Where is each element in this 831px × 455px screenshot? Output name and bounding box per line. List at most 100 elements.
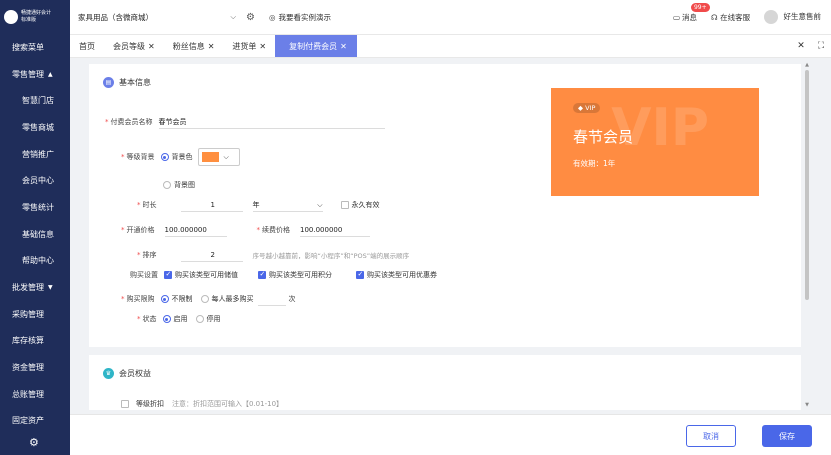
duration-input[interactable]: 1 bbox=[180, 198, 243, 212]
sidebar-item-member-center[interactable]: 会员中心 bbox=[0, 167, 70, 194]
section-title-label: 会员权益 bbox=[119, 369, 151, 378]
tab-label: 复制付费会员 bbox=[289, 41, 338, 51]
vip-card-validity: 有效期：1年 bbox=[573, 159, 616, 168]
sidebar: 畅捷通好会计 标准版 搜索菜单 零售管理 ▲ 智慧门店 零售商城 营销推广 会员中… bbox=[0, 0, 70, 455]
scrollbar[interactable]: ▲ ▼ bbox=[803, 62, 811, 408]
user-menu[interactable]: 好生意售前 bbox=[764, 10, 821, 24]
sidebar-item-ledger[interactable]: 总账管理 bbox=[0, 381, 70, 408]
tab-label: 进货单 bbox=[232, 41, 257, 51]
tab-member-level[interactable]: 会员等级 ✕ bbox=[104, 35, 164, 57]
limit-count-input[interactable] bbox=[257, 292, 286, 306]
vip-card-name: 春节会员 bbox=[573, 128, 634, 146]
sidebar-item-smart-store[interactable]: 智慧门店 bbox=[0, 87, 70, 114]
renew-price-input[interactable]: 100.000000 bbox=[300, 223, 370, 237]
chevron-down-icon: ⌵ bbox=[230, 12, 236, 21]
required-mark: * bbox=[105, 118, 109, 126]
sort-input[interactable]: 2 bbox=[180, 248, 243, 262]
duration-unit-value: 年 bbox=[252, 201, 260, 209]
sort-hint: 序号越小越靠前，影响“小程序”和“POS”端的展示顺序 bbox=[252, 252, 410, 260]
close-icon[interactable]: ✕ bbox=[259, 42, 266, 51]
settings-gear-icon[interactable]: ⚙ bbox=[29, 436, 39, 449]
color-picker[interactable]: ⌵ bbox=[197, 148, 240, 166]
chevron-up-icon: ▲ bbox=[48, 70, 53, 78]
stored-value-checkbox[interactable] bbox=[164, 270, 172, 279]
brand-edition: 标准版 bbox=[21, 17, 37, 23]
sidebar-item-funds[interactable]: 资金管理 bbox=[0, 354, 70, 381]
tab-copy-paid-member[interactable]: 复制付费会员 ✕ bbox=[275, 35, 357, 57]
points-checkbox[interactable] bbox=[258, 270, 266, 279]
limit-none-label: 不限制 bbox=[171, 295, 193, 303]
scroll-up-icon[interactable]: ▲ bbox=[803, 62, 811, 68]
store-selector[interactable]: 家具用品（含微商城） ⌵ bbox=[70, 12, 246, 23]
status-off-label: 停用 bbox=[206, 315, 221, 323]
close-icon[interactable]: ✕ bbox=[208, 42, 215, 51]
limit-unit: 次 bbox=[288, 295, 296, 303]
limit-row: * 购买限购 不限制 每人最多购买 次 bbox=[121, 292, 296, 306]
bg-label: 等级背景 bbox=[126, 153, 155, 161]
diamond-icon: ◆ bbox=[578, 104, 583, 112]
scrollbar-thumb[interactable] bbox=[805, 70, 809, 300]
vip-badge-label: VIP bbox=[585, 104, 596, 112]
open-price-input[interactable]: 100.000000 bbox=[164, 223, 227, 237]
sidebar-group-label: 批发管理 bbox=[12, 283, 44, 293]
sidebar-item-retail-stats[interactable]: 零售统计 bbox=[0, 194, 70, 221]
sidebar-group-retail[interactable]: 零售管理 ▲ bbox=[0, 61, 70, 88]
sidebar-item-purchase[interactable]: 采购管理 bbox=[0, 301, 70, 328]
fullscreen-icon[interactable]: ⛶ bbox=[811, 41, 831, 51]
tab-fans[interactable]: 粉丝信息 ✕ bbox=[164, 35, 224, 57]
scroll-down-icon[interactable]: ▼ bbox=[803, 402, 811, 408]
discount-hint: 注意：折扣范围可输入【0.01-10】 bbox=[172, 400, 284, 408]
store-name: 家具用品（含微商城） bbox=[78, 12, 153, 22]
discount-label: 等级折扣 bbox=[136, 400, 164, 408]
required-mark: * bbox=[121, 226, 125, 234]
sidebar-group-wholesale[interactable]: 批发管理 ▼ bbox=[0, 274, 70, 301]
save-button[interactable]: 保存 bbox=[762, 425, 812, 447]
gear-icon[interactable]: ⚙ bbox=[246, 12, 255, 23]
top-bar: 家具用品（含微商城） ⌵ ⚙ ◎ 我要看实例演示 ▭ 消息 99+ ☊ 在线客服… bbox=[70, 0, 831, 34]
messages-button[interactable]: ▭ 消息 99+ bbox=[672, 2, 710, 23]
status-on-label: 启用 bbox=[173, 315, 188, 323]
sort-row: * 排序 2 序号越小越靠前，影响“小程序”和“POS”端的展示顺序 bbox=[137, 248, 409, 262]
demo-link[interactable]: ◎ 我要看实例演示 bbox=[269, 12, 331, 23]
cancel-button[interactable]: 取消 bbox=[686, 425, 736, 447]
sidebar-item-marketing[interactable]: 营销推广 bbox=[0, 141, 70, 168]
tab-home[interactable]: 首页 bbox=[70, 35, 104, 57]
coupon-checkbox[interactable] bbox=[356, 270, 364, 279]
sidebar-search-menu[interactable]: 搜索菜单 bbox=[0, 34, 70, 61]
price-row: * 开通价格 100.000000 * 续费价格 100.000000 bbox=[121, 223, 370, 237]
status-on-radio[interactable] bbox=[162, 315, 171, 323]
discount-checkbox[interactable] bbox=[121, 400, 129, 408]
bg-color-radio[interactable] bbox=[160, 153, 169, 161]
member-rights-card: ♛ 会员权益 等级折扣 注意：折扣范围可输入【0.01-10】 bbox=[89, 355, 801, 410]
purchase-label: 购买设置 bbox=[130, 271, 158, 279]
sidebar-item-retail-mall[interactable]: 零售商城 bbox=[0, 114, 70, 141]
sidebar-item-basic-info[interactable]: 基础信息 bbox=[0, 221, 70, 248]
tab-bar: 首页 会员等级 ✕ 粉丝信息 ✕ 进货单 ✕ 复制付费会员 ✕ ✕ ⛶ bbox=[70, 34, 831, 58]
close-icon[interactable]: ✕ bbox=[148, 42, 155, 51]
document-icon: ▤ bbox=[103, 77, 114, 88]
forever-label: 永久有效 bbox=[351, 201, 380, 209]
vip-card-preview: VIP ◆ VIP 春节会员 有效期：1年 bbox=[551, 88, 759, 196]
online-service-label: 在线客服 bbox=[720, 12, 751, 22]
status-off-radio[interactable] bbox=[195, 315, 204, 323]
online-service-button[interactable]: ☊ 在线客服 bbox=[711, 12, 750, 23]
close-all-icon[interactable]: ✕ bbox=[791, 41, 811, 51]
discount-row: 等级折扣 注意：折扣范围可输入【0.01-10】 bbox=[121, 399, 283, 409]
bg-image-radio[interactable] bbox=[163, 181, 171, 189]
close-icon[interactable]: ✕ bbox=[340, 42, 347, 51]
limit-none-radio[interactable] bbox=[160, 295, 169, 303]
duration-unit-select[interactable]: 年 ⌵ bbox=[252, 198, 323, 212]
chat-icon: ▭ bbox=[672, 12, 681, 22]
required-mark: * bbox=[137, 251, 141, 259]
sidebar-group-label: 零售管理 bbox=[12, 69, 44, 79]
user-name: 好生意售前 bbox=[783, 12, 822, 21]
forever-checkbox[interactable] bbox=[340, 201, 349, 209]
tab-purchase-order[interactable]: 进货单 ✕ bbox=[223, 35, 275, 57]
duration-label: 时长 bbox=[142, 201, 157, 209]
sidebar-item-fixed-assets[interactable]: 固定资产 bbox=[0, 408, 70, 435]
name-input[interactable]: 春节会员 bbox=[158, 115, 385, 129]
name-row: * 付费会员名称 春节会员 bbox=[105, 115, 385, 129]
sidebar-item-help-center[interactable]: 帮助中心 bbox=[0, 248, 70, 275]
limit-each-radio[interactable] bbox=[200, 295, 209, 303]
sidebar-item-inventory[interactable]: 库存核算 bbox=[0, 328, 70, 355]
